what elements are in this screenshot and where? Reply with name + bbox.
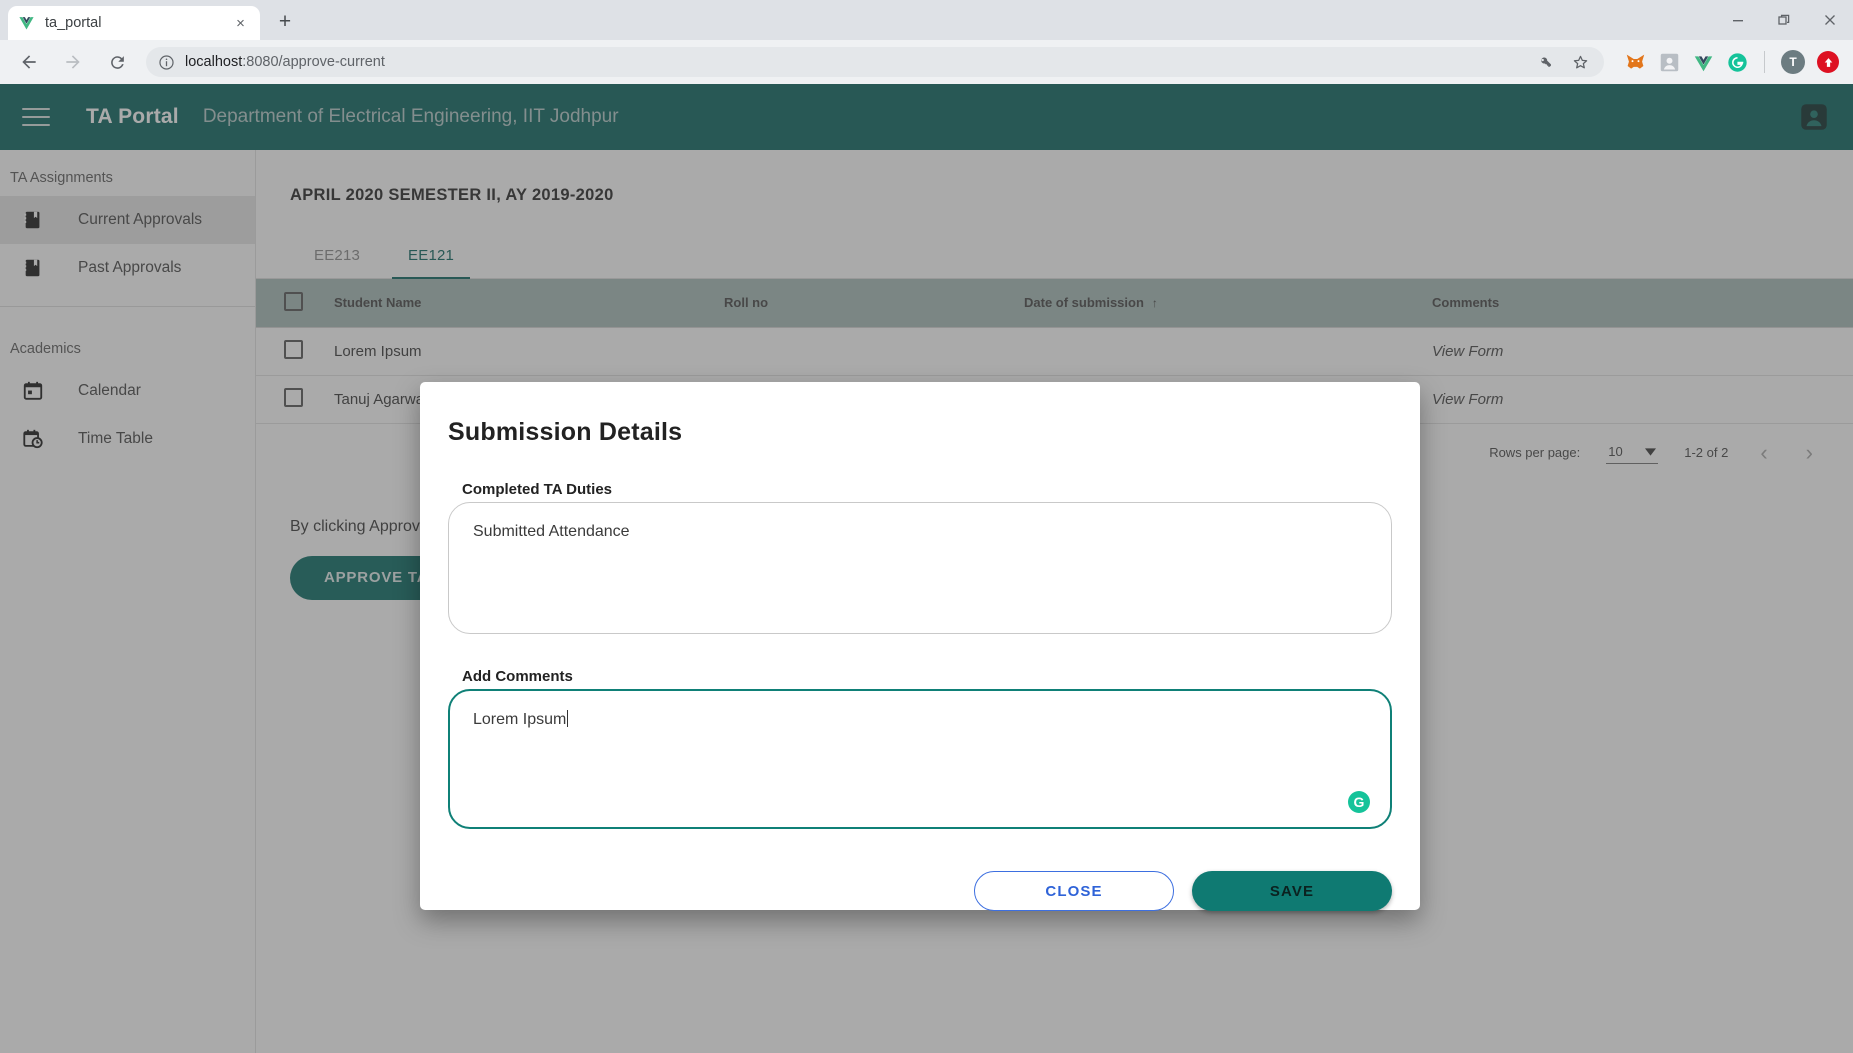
- completed-ta-duties-label: Completed TA Duties: [462, 481, 613, 498]
- vue-logo-icon: [18, 15, 35, 32]
- grammarly-extension-icon[interactable]: [1726, 51, 1748, 73]
- add-comments-label: Add Comments: [462, 668, 573, 685]
- close-icon[interactable]: ×: [231, 14, 250, 33]
- submission-details-dialog: Submission Details Completed TA Duties S…: [420, 382, 1420, 911]
- window-controls: [1715, 0, 1853, 40]
- forward-icon[interactable]: [57, 46, 89, 78]
- browser-toolbar: localhost:8080/approve-current T: [0, 40, 1853, 84]
- star-icon[interactable]: [1571, 53, 1590, 72]
- close-button[interactable]: CLOSE: [974, 871, 1174, 911]
- save-button[interactable]: SAVE: [1192, 871, 1392, 911]
- reload-icon[interactable]: [101, 46, 133, 78]
- grammarly-icon[interactable]: G: [1348, 791, 1370, 813]
- back-icon[interactable]: [13, 46, 45, 78]
- toolbar-divider: [1764, 51, 1765, 73]
- window-close-icon[interactable]: [1807, 0, 1853, 40]
- browser-chrome: ta_portal × + localhost:8080/approve-cur…: [0, 0, 1853, 84]
- browser-tab[interactable]: ta_portal ×: [8, 6, 260, 40]
- browser-tab-title: ta_portal: [45, 15, 102, 31]
- update-available-icon[interactable]: [1817, 51, 1839, 73]
- generic-extension-icon[interactable]: [1658, 51, 1680, 73]
- text-caret: [567, 710, 569, 727]
- url-host: localhost: [185, 54, 243, 70]
- maximize-icon[interactable]: [1761, 0, 1807, 40]
- omnibox-actions: [1536, 53, 1596, 72]
- vue-devtools-icon[interactable]: [1692, 51, 1714, 73]
- site-info-icon[interactable]: [158, 54, 175, 71]
- add-comments-input[interactable]: Lorem Ipsum G: [448, 689, 1392, 829]
- minimize-icon[interactable]: [1715, 0, 1761, 40]
- address-bar[interactable]: localhost:8080/approve-current: [146, 47, 1604, 77]
- dialog-actions: CLOSE SAVE: [448, 871, 1392, 911]
- browser-tabstrip: ta_portal × +: [0, 0, 1853, 40]
- new-tab-button[interactable]: +: [270, 7, 300, 37]
- url-path: :8080/approve-current: [242, 54, 385, 70]
- address-bar-url: localhost:8080/approve-current: [185, 54, 1536, 70]
- add-comments-value: Lorem Ipsum: [473, 711, 567, 728]
- completed-ta-duties-field: Submitted Attendance: [448, 502, 1392, 634]
- profile-avatar[interactable]: T: [1781, 50, 1805, 74]
- metamask-icon[interactable]: [1624, 51, 1646, 73]
- dialog-title: Submission Details: [448, 418, 683, 446]
- extension-icons: T: [1614, 50, 1845, 74]
- key-icon[interactable]: [1536, 53, 1555, 72]
- application-window: TA Portal Department of Electrical Engin…: [0, 84, 1853, 1053]
